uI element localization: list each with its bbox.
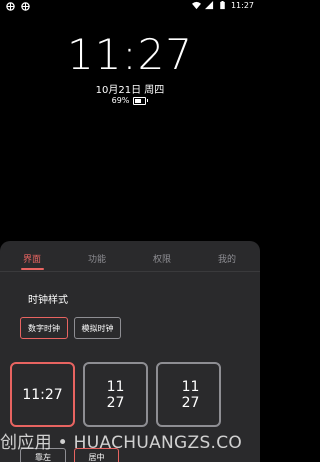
clock-preview-hours: 11 <box>106 378 125 395</box>
tab-bar: 界面 功能 权限 我的 <box>0 241 260 271</box>
watermark: 创应用 • HUACHUANGZS.CO <box>0 433 243 453</box>
clock-preview-time: 11:27 <box>22 386 63 403</box>
battery-percent: 69% <box>111 96 130 105</box>
clock-preview-minutes: 27 <box>181 394 200 411</box>
analog-clock-option[interactable]: 模拟时钟 <box>74 317 121 339</box>
tab-mine[interactable]: 我的 <box>218 252 236 265</box>
tab-interface[interactable]: 界面 <box>23 252 41 265</box>
clock-preview-minutes: 27 <box>106 394 125 411</box>
active-tab-indicator <box>21 268 44 270</box>
notification-icon <box>6 2 15 11</box>
tab-permissions[interactable]: 权限 <box>153 252 171 265</box>
status-bar: 11:27 <box>0 0 260 14</box>
battery-icon <box>133 96 147 105</box>
battery-tip <box>147 99 149 102</box>
status-time: 11:27 <box>230 1 254 10</box>
notification-icon <box>21 2 30 11</box>
lockscreen-time: 11:27 <box>66 30 194 79</box>
digital-clock-option[interactable]: 数字时钟 <box>20 317 68 339</box>
wifi-icon <box>191 1 201 10</box>
clock-style-card[interactable]: 11 27 <box>83 362 148 427</box>
section-title-clock-style: 时钟样式 <box>28 295 68 306</box>
battery-icon <box>218 1 227 10</box>
lockscreen-date: 10月21日 周四 <box>95 85 165 96</box>
signal-icon <box>204 1 214 10</box>
clock-style-card[interactable]: 11 27 <box>156 362 221 427</box>
tab-features[interactable]: 功能 <box>88 252 106 265</box>
battery-status: 69% <box>0 96 260 105</box>
clock-style-card[interactable]: 11:27 <box>10 362 75 427</box>
clock-preview-hours: 11 <box>181 378 200 395</box>
divider <box>0 271 260 272</box>
